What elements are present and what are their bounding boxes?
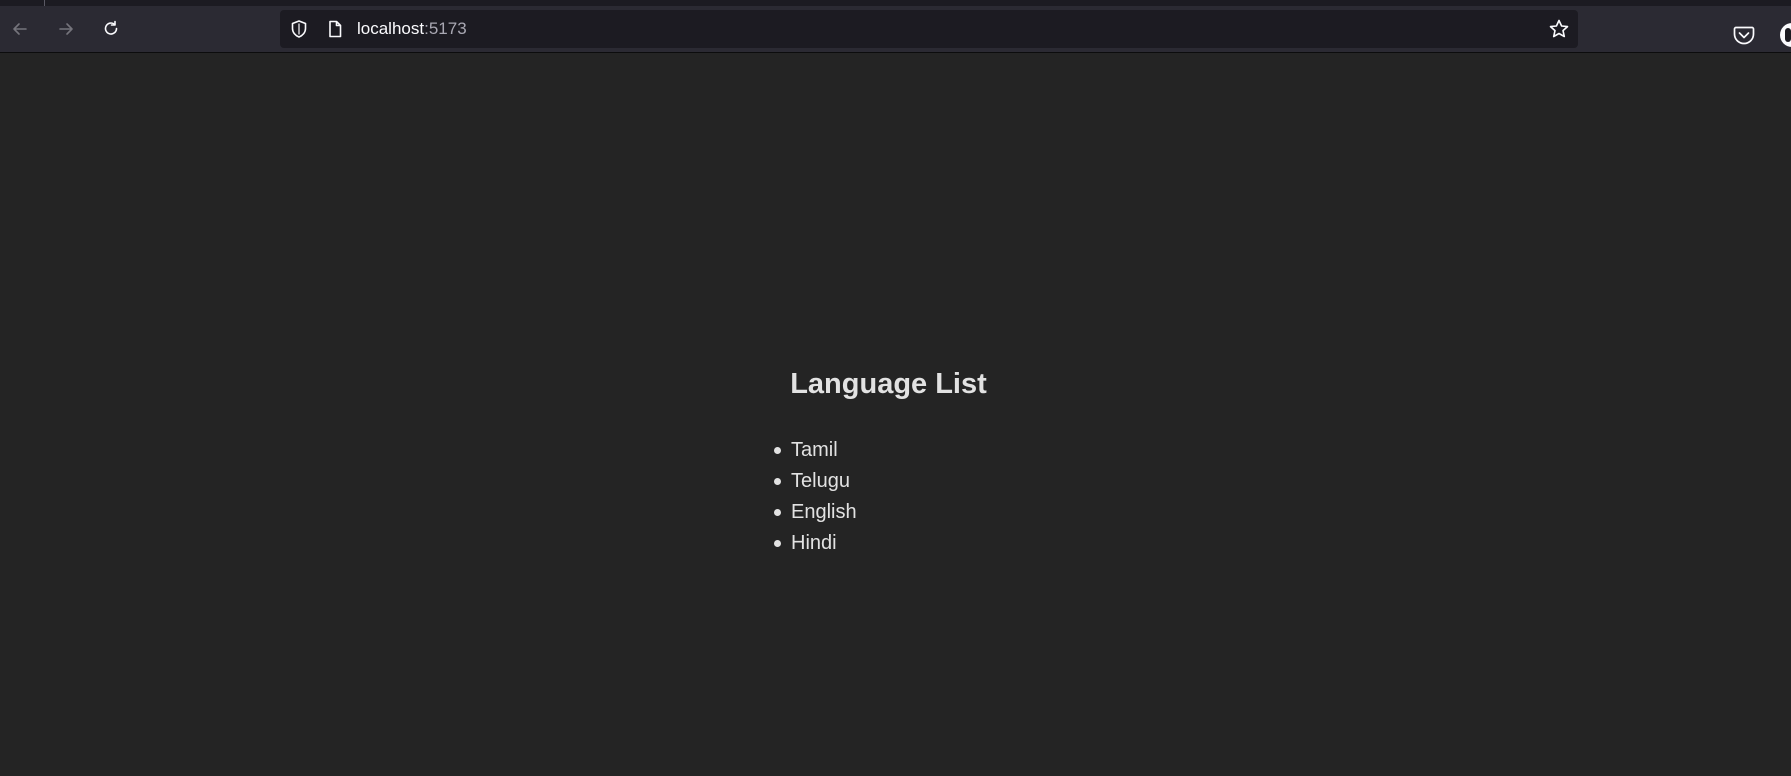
back-button[interactable]	[3, 12, 37, 46]
address-bar[interactable]: localhost:5173	[280, 10, 1578, 48]
language-name: Tamil	[791, 439, 838, 461]
pocket-icon[interactable]	[1730, 21, 1758, 49]
arrow-right-icon	[59, 23, 73, 35]
page-content	[0, 53, 1791, 776]
star-icon[interactable]	[1548, 18, 1570, 40]
list-item: Tamil	[774, 435, 857, 466]
url-host: localhost	[357, 19, 425, 38]
language-name: English	[791, 501, 857, 523]
bullet-icon	[774, 509, 781, 516]
reload-icon	[104, 20, 118, 35]
language-name: Telugu	[791, 470, 850, 492]
bullet-icon	[774, 447, 781, 454]
browser-toolbar: localhost:5173	[0, 6, 1791, 53]
arrow-left-icon	[13, 23, 27, 35]
shield-icon[interactable]	[289, 19, 309, 39]
account-avatar[interactable]	[1780, 23, 1791, 47]
page-icon[interactable]	[325, 19, 345, 39]
list-item: English	[774, 497, 857, 528]
page-title: Language List	[790, 368, 987, 400]
list-item: Hindi	[774, 528, 857, 559]
list-item: Telugu	[774, 466, 857, 497]
url-port: :5173	[424, 19, 467, 38]
bullet-icon	[774, 540, 781, 547]
bullet-icon	[774, 478, 781, 485]
url-text[interactable]: localhost:5173	[357, 10, 467, 48]
forward-button[interactable]	[49, 12, 83, 46]
reload-button[interactable]	[94, 12, 128, 46]
language-list: Tamil Telugu English Hindi	[774, 435, 857, 559]
language-name: Hindi	[791, 532, 837, 554]
